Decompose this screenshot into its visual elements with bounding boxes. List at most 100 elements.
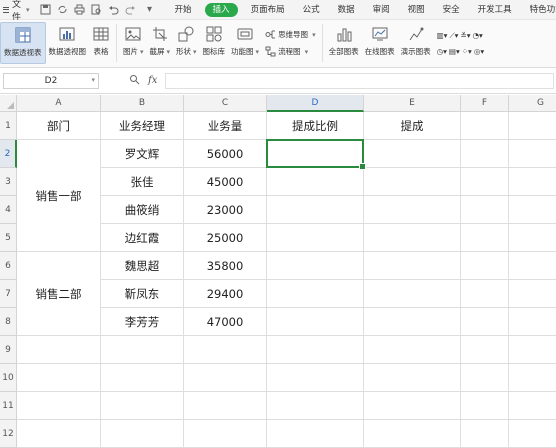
bar-chart-icon[interactable]: ▤▾ bbox=[449, 47, 460, 56]
row-header-2[interactable]: 2 bbox=[0, 140, 17, 168]
cell-G9[interactable] bbox=[509, 336, 556, 364]
line-chart-icon[interactable]: ⟋▾ bbox=[449, 31, 458, 41]
header-cell[interactable]: 业务量 bbox=[184, 112, 267, 140]
department-cell[interactable]: 销售一部 bbox=[17, 140, 101, 252]
cell-E10[interactable] bbox=[364, 364, 461, 392]
column-header-g[interactable]: G bbox=[509, 95, 556, 112]
save-icon[interactable] bbox=[40, 4, 52, 16]
cell-F4[interactable] bbox=[461, 196, 509, 224]
sync-icon[interactable] bbox=[57, 4, 69, 16]
online-charts-button[interactable]: 在线图表 bbox=[362, 22, 398, 64]
row-header-8[interactable]: 8 bbox=[0, 308, 17, 336]
pie-chart-icon[interactable]: ◷▾ bbox=[437, 47, 447, 56]
header-cell[interactable]: 提成比例 bbox=[267, 112, 364, 140]
cell-C9[interactable] bbox=[184, 336, 267, 364]
manager-cell[interactable]: 罗文辉 bbox=[101, 140, 184, 168]
cell-E4[interactable] bbox=[364, 196, 461, 224]
cell-G6[interactable] bbox=[509, 252, 556, 280]
manager-cell[interactable]: 边红霞 bbox=[101, 224, 184, 252]
cell-C10[interactable] bbox=[184, 364, 267, 392]
select-all-corner[interactable] bbox=[0, 95, 17, 112]
cell-E3[interactable] bbox=[364, 168, 461, 196]
cell-D11[interactable] bbox=[267, 392, 364, 420]
manager-cell[interactable]: 魏思超 bbox=[101, 252, 184, 280]
ring-chart-icon[interactable]: ◎▾ bbox=[474, 47, 484, 56]
area-chart-icon[interactable]: ≚▾ bbox=[460, 31, 470, 40]
tab-review[interactable]: 审阅 bbox=[364, 0, 399, 20]
screenshot-button[interactable]: 截屏 ▾ bbox=[147, 22, 174, 64]
tab-security[interactable]: 安全 bbox=[434, 0, 469, 20]
cell-G4[interactable] bbox=[509, 196, 556, 224]
row-header-1[interactable]: 1 bbox=[0, 112, 17, 140]
cell-D2[interactable] bbox=[267, 140, 364, 168]
amount-cell[interactable]: 56000 bbox=[184, 140, 267, 168]
cell-G12[interactable] bbox=[509, 420, 556, 448]
cell-D10[interactable] bbox=[267, 364, 364, 392]
cell-F1[interactable] bbox=[461, 112, 509, 140]
cell-E7[interactable] bbox=[364, 280, 461, 308]
column-header-c[interactable]: C bbox=[184, 95, 267, 112]
cell-G10[interactable] bbox=[509, 364, 556, 392]
manager-cell[interactable]: 李芳芳 bbox=[101, 308, 184, 336]
function-chart-button[interactable]: 功能图 ▾ bbox=[228, 22, 262, 64]
zoom-icon[interactable] bbox=[129, 74, 140, 88]
cell-G8[interactable] bbox=[509, 308, 556, 336]
cell-A12[interactable] bbox=[17, 420, 101, 448]
tab-developer[interactable]: 开发工具 bbox=[469, 0, 521, 20]
amount-cell[interactable]: 45000 bbox=[184, 168, 267, 196]
cell-E9[interactable] bbox=[364, 336, 461, 364]
flowchart-button[interactable]: 流程图 ▾ bbox=[265, 46, 316, 57]
cell-F12[interactable] bbox=[461, 420, 509, 448]
cell-D7[interactable] bbox=[267, 280, 364, 308]
chevron-down-icon[interactable]: ▾ bbox=[91, 76, 95, 84]
manager-cell[interactable]: 曲筱绡 bbox=[101, 196, 184, 224]
header-cell[interactable]: 业务经理 bbox=[101, 112, 184, 140]
cell-E11[interactable] bbox=[364, 392, 461, 420]
tab-view[interactable]: 视图 bbox=[399, 0, 434, 20]
amount-cell[interactable]: 47000 bbox=[184, 308, 267, 336]
picture-button[interactable]: 图片 ▾ bbox=[120, 22, 147, 64]
cell-G3[interactable] bbox=[509, 168, 556, 196]
row-header-12[interactable]: 12 bbox=[0, 420, 17, 448]
cell-D6[interactable] bbox=[267, 252, 364, 280]
tab-data[interactable]: 数据 bbox=[329, 0, 364, 20]
cell-G1[interactable] bbox=[509, 112, 556, 140]
table-button[interactable]: 表格 bbox=[89, 22, 113, 64]
cell-E8[interactable] bbox=[364, 308, 461, 336]
column-header-d[interactable]: D bbox=[267, 95, 364, 112]
cell-G7[interactable] bbox=[509, 280, 556, 308]
row-header-4[interactable]: 4 bbox=[0, 196, 17, 224]
header-cell[interactable]: 提成 bbox=[364, 112, 461, 140]
cell-B12[interactable] bbox=[101, 420, 184, 448]
cell-D8[interactable] bbox=[267, 308, 364, 336]
undo-icon[interactable] bbox=[108, 4, 120, 16]
amount-cell[interactable]: 23000 bbox=[184, 196, 267, 224]
print-icon[interactable] bbox=[74, 4, 86, 16]
row-header-7[interactable]: 7 bbox=[0, 280, 17, 308]
file-menu[interactable]: 文件 ▾ bbox=[0, 0, 34, 23]
row-header-5[interactable]: 5 bbox=[0, 224, 17, 252]
cell-B11[interactable] bbox=[101, 392, 184, 420]
cell-F6[interactable] bbox=[461, 252, 509, 280]
icon-library-button[interactable]: 图标库 bbox=[200, 22, 229, 64]
column-header-b[interactable]: B bbox=[101, 95, 184, 112]
cell-E2[interactable] bbox=[364, 140, 461, 168]
cell-D3[interactable] bbox=[267, 168, 364, 196]
cell-F3[interactable] bbox=[461, 168, 509, 196]
tab-home[interactable]: 开始 bbox=[166, 0, 201, 20]
pivot-chart-button[interactable]: 数据透视图 bbox=[46, 22, 90, 64]
redo-icon[interactable] bbox=[125, 4, 137, 16]
cell-A11[interactable] bbox=[17, 392, 101, 420]
more-charts-icon[interactable]: ◔▾ bbox=[473, 31, 483, 40]
cell-F5[interactable] bbox=[461, 224, 509, 252]
row-header-6[interactable]: 6 bbox=[0, 252, 17, 280]
cell-B9[interactable] bbox=[101, 336, 184, 364]
cell-F11[interactable] bbox=[461, 392, 509, 420]
cell-D5[interactable] bbox=[267, 224, 364, 252]
cell-F7[interactable] bbox=[461, 280, 509, 308]
tab-special-features[interactable]: 特色功能 bbox=[521, 0, 556, 20]
header-cell[interactable]: 部门 bbox=[17, 112, 101, 140]
manager-cell[interactable]: 靳凤东 bbox=[101, 280, 184, 308]
chevron-down-icon[interactable]: ▾ bbox=[144, 4, 156, 16]
cell-G5[interactable] bbox=[509, 224, 556, 252]
